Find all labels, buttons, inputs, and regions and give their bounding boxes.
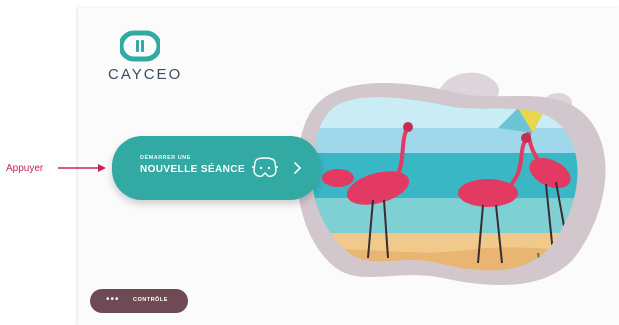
start-session-button[interactable]: DÉMARRER UNE NOUVELLE SÉANCE xyxy=(112,136,320,200)
more-dots-icon: ••• xyxy=(106,294,120,305)
vr-headset-icon xyxy=(252,157,278,177)
start-session-subtitle: DÉMARRER UNE xyxy=(140,155,191,161)
cayceo-logo-icon xyxy=(120,30,160,62)
annotation-label: Appuyer xyxy=(6,163,44,174)
app-screen: CAYCEO DÉMARRER UNE NOUVELLE SÉANCE ••• … xyxy=(78,8,619,325)
chevron-right-icon xyxy=(294,162,302,174)
control-button[interactable]: ••• CONTRÔLE xyxy=(90,289,188,313)
annotation-arrow-icon xyxy=(58,164,106,172)
logo-text: CAYCEO xyxy=(108,66,183,83)
flamingos-illustration xyxy=(296,72,606,286)
control-label: CONTRÔLE xyxy=(133,297,168,303)
start-session-title: NOUVELLE SÉANCE xyxy=(140,164,245,175)
